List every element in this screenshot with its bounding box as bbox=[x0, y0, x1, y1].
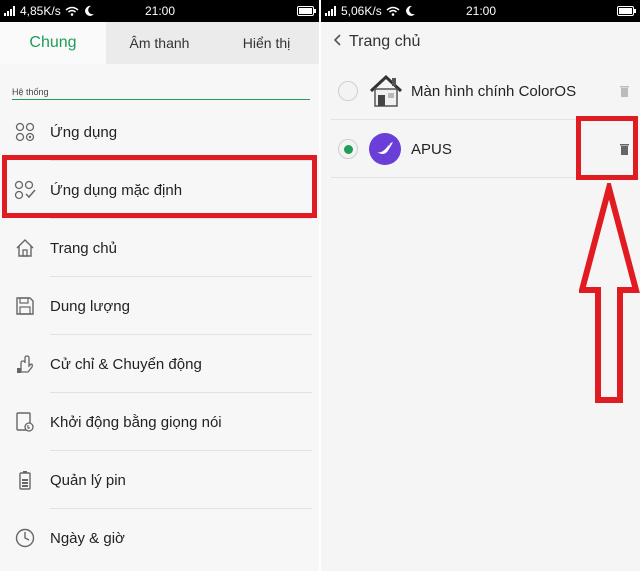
launcher-label: APUS bbox=[411, 140, 452, 158]
status-bar: 4,85K/s 21:00 bbox=[0, 0, 320, 22]
menu-item-label: Ngày & giờ bbox=[50, 529, 125, 547]
network-speed: 4,85K/s bbox=[20, 4, 61, 18]
clock-icon bbox=[0, 528, 50, 548]
wifi-icon bbox=[386, 6, 400, 16]
menu-item-voice-wakeup[interactable]: Khởi động bằng giọng nói bbox=[0, 393, 320, 451]
menu-item-date-time[interactable]: Ngày & giờ bbox=[0, 509, 320, 567]
status-time: 21:00 bbox=[144, 4, 176, 18]
menu-item-label: Trang chủ bbox=[50, 239, 117, 257]
storage-icon bbox=[0, 296, 50, 316]
highlight-box-delete bbox=[576, 116, 638, 180]
menu-item-label: Ứng dụng bbox=[50, 123, 118, 141]
gesture-icon bbox=[0, 354, 50, 374]
battery-status-icon bbox=[297, 6, 316, 16]
menu-item-apps[interactable]: Ứng dụng bbox=[0, 103, 320, 161]
page-header: Trang chủ bbox=[321, 22, 640, 62]
menu-item-gestures[interactable]: Cử chỉ & Chuyển động bbox=[0, 335, 320, 393]
page-title: Trang chủ bbox=[349, 33, 421, 50]
status-left: 4,85K/s bbox=[4, 4, 95, 18]
menu-item-label: Khởi động bằng giọng nói bbox=[50, 413, 222, 431]
tab-general[interactable]: Chung bbox=[0, 22, 106, 64]
radio-selected[interactable] bbox=[338, 139, 358, 159]
menu-item-label: Quản lý pin bbox=[50, 471, 126, 489]
signal-icon bbox=[325, 6, 336, 16]
status-time: 21:00 bbox=[465, 4, 497, 18]
home-icon bbox=[0, 238, 50, 258]
menu-item-home[interactable]: Trang chủ bbox=[0, 219, 320, 277]
signal-icon bbox=[4, 6, 15, 16]
back-arrow-icon[interactable] bbox=[327, 33, 349, 51]
battery-icon bbox=[0, 470, 50, 490]
launcher-item-coloros[interactable]: Màn hình chính ColorOS bbox=[321, 62, 640, 120]
apus-icon bbox=[368, 132, 402, 166]
highlight-arrow bbox=[579, 183, 640, 403]
home-launcher-pane: 5,06K/s 21:00 Trang chủ Màn hình chính C… bbox=[321, 0, 640, 571]
battery-status-icon bbox=[617, 6, 636, 16]
launcher-label: Màn hình chính ColorOS bbox=[411, 82, 577, 100]
section-header-system: Hệ thống bbox=[12, 87, 310, 100]
voice-icon bbox=[0, 412, 50, 432]
moon-icon bbox=[84, 5, 94, 16]
apps-icon bbox=[0, 122, 50, 142]
settings-pane: 4,85K/s 21:00 Chung Âm thanh Hiển thị Hệ… bbox=[0, 0, 320, 571]
status-left: 5,06K/s bbox=[325, 4, 416, 18]
network-speed: 5,06K/s bbox=[341, 4, 382, 18]
moon-icon bbox=[405, 5, 415, 16]
menu-item-battery[interactable]: Quản lý pin bbox=[0, 451, 320, 509]
radio-unselected[interactable] bbox=[338, 81, 358, 101]
menu-item-label: Cử chỉ & Chuyển động bbox=[50, 355, 202, 373]
settings-tabs: Chung Âm thanh Hiển thị bbox=[0, 22, 320, 64]
wifi-icon bbox=[65, 6, 79, 16]
highlight-box-default-apps bbox=[2, 155, 317, 218]
menu-item-label: Dung lượng bbox=[50, 297, 130, 315]
status-bar: 5,06K/s 21:00 bbox=[321, 0, 640, 22]
house-icon bbox=[368, 74, 402, 108]
tab-sound[interactable]: Âm thanh bbox=[106, 22, 213, 64]
menu-item-storage[interactable]: Dung lượng bbox=[0, 277, 320, 335]
trash-icon[interactable] bbox=[619, 84, 630, 102]
tab-display[interactable]: Hiển thị bbox=[213, 22, 320, 64]
